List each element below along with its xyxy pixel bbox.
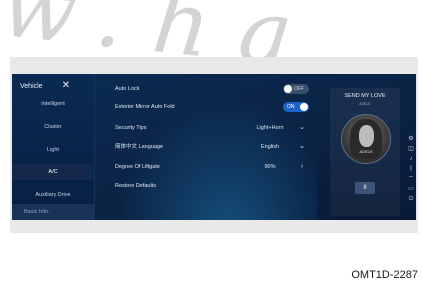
auto-lock-label: Auto Lock	[115, 86, 140, 92]
toggle-knob	[300, 103, 308, 111]
language-row[interactable]: 简体中文 Language English ⌄	[115, 138, 315, 156]
sidebar-item-auxiliary-drive[interactable]: Auxiliary Drive	[12, 187, 94, 203]
chevron-down-icon[interactable]: ⌄	[297, 119, 307, 137]
sound-icon[interactable]: ♪	[406, 154, 416, 164]
liftgate-label: Degree Of Liftgate	[115, 164, 160, 170]
auto-lock-state: OFF	[294, 86, 304, 92]
chevron-right-icon[interactable]: ›	[297, 158, 307, 176]
album-art-face	[359, 125, 374, 147]
song-title: SEND MY LOVE	[344, 93, 386, 99]
mirror-fold-toggle[interactable]: ON	[283, 102, 309, 112]
album-art-text: ADELE	[359, 149, 373, 154]
security-tips-value: Light+Horn	[256, 125, 284, 131]
auto-lock-toggle[interactable]: OFF	[283, 84, 309, 94]
basic-info-tab[interactable]: Basic Info.	[12, 204, 94, 220]
sidebar: Vehicle ✕ Intelligent Cluster Light A/C …	[12, 74, 95, 220]
bluetooth-icon[interactable]: ᛒ	[406, 164, 416, 174]
security-tips-label: Security Tips	[115, 125, 147, 131]
language-value: English	[260, 144, 280, 150]
mirror-fold-state: ON	[287, 104, 295, 110]
mirror-fold-row: Exterior Mirror Auto Fold ON	[115, 98, 315, 116]
artist-name: ADELE	[359, 102, 371, 106]
mirror-fold-label: Exterior Mirror Auto Fold	[115, 104, 175, 110]
settings-icon[interactable]: ⚙	[406, 134, 416, 144]
album-art: ADELE	[341, 114, 391, 164]
restore-defaults-label[interactable]: Restore Defaults	[115, 183, 156, 189]
display-icon[interactable]: ▭	[406, 184, 416, 194]
side-icon-bar: ⚙ ◫ ♪ ᛒ ⌔ ▭ ⏻	[406, 134, 416, 214]
infotainment-screen: Vehicle ✕ Intelligent Cluster Light A/C …	[12, 74, 416, 220]
language-label: 简体中文 Language	[115, 144, 163, 150]
media-card: SEND MY LOVE ADELE ADELE II	[330, 88, 400, 216]
sidebar-title: Vehicle	[20, 83, 43, 90]
power-icon[interactable]: ⏻	[406, 194, 416, 204]
sidebar-item-light[interactable]: Light	[12, 142, 94, 158]
auto-lock-row: Auto Lock OFF	[115, 80, 315, 98]
sidebar-item-ac[interactable]: A/C	[12, 164, 94, 180]
settings-panel: Auto Lock OFF Exterior Mirror Auto Fold …	[95, 74, 317, 220]
pause-button[interactable]: II	[355, 182, 375, 194]
liftgate-value: 90%	[264, 164, 276, 170]
toggle-knob	[284, 85, 292, 93]
security-tips-row[interactable]: Security Tips Light+Horn ⌄	[115, 119, 315, 137]
close-icon[interactable]: ✕	[60, 79, 72, 93]
figure-code: OMT1D-2287	[351, 269, 418, 281]
car-icon[interactable]: ◫	[406, 144, 416, 154]
wifi-icon[interactable]: ⌔	[406, 174, 416, 184]
sidebar-item-intelligent[interactable]: Intelligent	[12, 96, 94, 112]
sidebar-item-cluster[interactable]: Cluster	[12, 119, 94, 135]
restore-defaults-row[interactable]: Restore Defaults	[115, 177, 315, 195]
chevron-down-icon[interactable]: ⌄	[297, 138, 307, 156]
liftgate-row[interactable]: Degree Of Liftgate 90% ›	[115, 158, 315, 176]
